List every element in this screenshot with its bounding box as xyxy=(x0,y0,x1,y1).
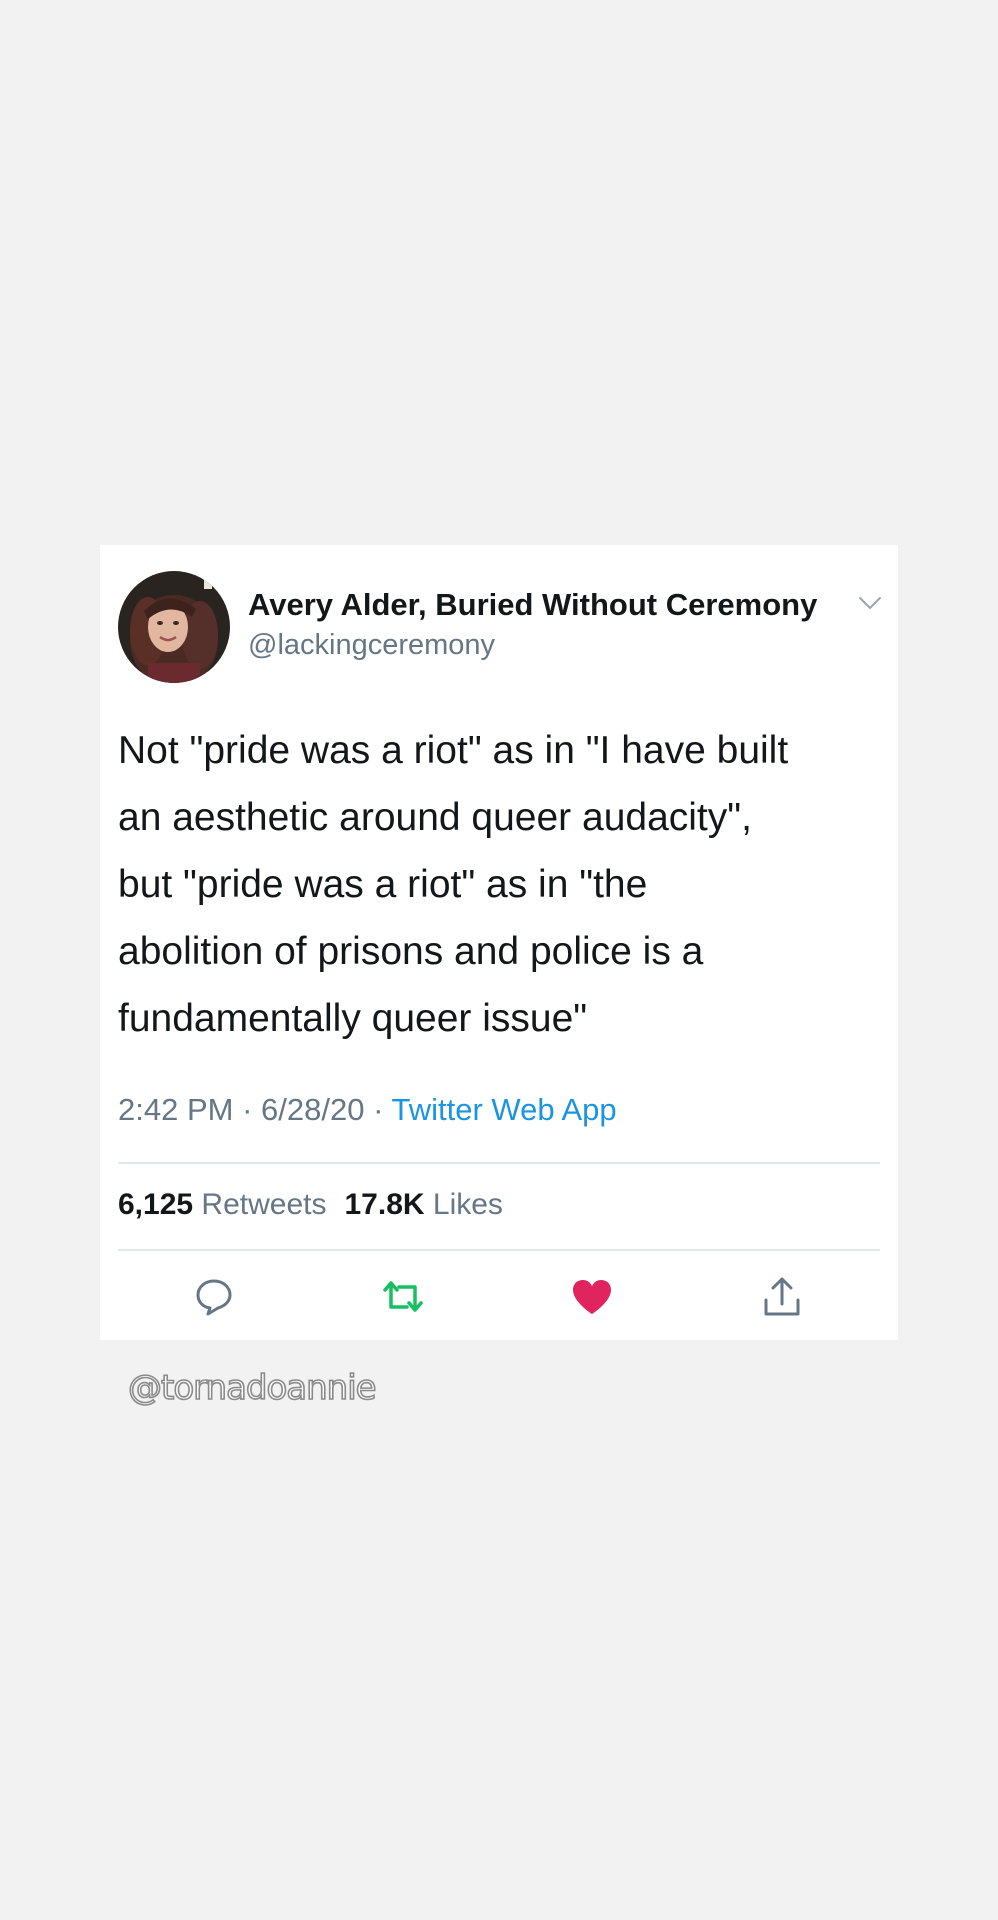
retweet-button[interactable] xyxy=(379,1273,427,1321)
likes-label: Likes xyxy=(432,1188,503,1221)
retweets-stat[interactable]: 6,125 Retweets xyxy=(118,1188,326,1221)
share-icon xyxy=(764,1277,800,1316)
tweet-card: Avery Alder, Buried Without Ceremony @la… xyxy=(100,545,898,1340)
tweet-text-line: but "pride was a riot" as in "the xyxy=(118,863,648,906)
author-display-name[interactable]: Avery Alder, Buried Without Ceremony xyxy=(248,587,817,623)
tweet-stats: 6,125 Retweets 17.8K Likes xyxy=(118,1188,503,1222)
divider xyxy=(118,1249,880,1251)
chevron-down-icon[interactable] xyxy=(856,593,884,613)
retweets-count: 6,125 xyxy=(118,1188,194,1221)
share-button[interactable] xyxy=(758,1273,806,1321)
watermark: @tornadoannie xyxy=(127,1367,377,1409)
author-handle[interactable]: @lackingceremony xyxy=(248,629,495,662)
tweet-source-link[interactable]: Twitter Web App xyxy=(391,1092,616,1127)
tweet-text-line: an aesthetic around queer audacity", xyxy=(118,796,752,839)
meta-separator: · xyxy=(373,1092,384,1127)
profile-photo-icon xyxy=(118,571,230,683)
likes-stat[interactable]: 17.8K Likes xyxy=(344,1188,502,1221)
tweet-text-line: Not "pride was a riot" as in "I have bui… xyxy=(118,729,789,772)
like-button[interactable] xyxy=(568,1273,616,1321)
avatar[interactable] xyxy=(118,571,230,683)
likes-count: 17.8K xyxy=(344,1188,425,1221)
tweet-text-line: fundamentally queer issue" xyxy=(118,997,588,1040)
tweet-text: Not "pride was a riot" as in "I have bui… xyxy=(118,717,878,1052)
heart-icon xyxy=(573,1280,611,1314)
tweet-time[interactable]: 2:42 PM xyxy=(118,1092,233,1127)
tweet-date[interactable]: 6/28/20 xyxy=(261,1092,364,1127)
reply-icon xyxy=(196,1279,232,1316)
retweet-icon xyxy=(383,1281,423,1312)
tweet-metadata: 2:42 PM · 6/28/20 · Twitter Web App xyxy=(118,1092,617,1128)
reply-button[interactable] xyxy=(190,1273,238,1321)
meta-separator: · xyxy=(242,1092,253,1127)
divider xyxy=(118,1162,880,1164)
tweet-text-line: abolition of prisons and police is a xyxy=(118,930,704,973)
retweets-label: Retweets xyxy=(201,1188,327,1221)
